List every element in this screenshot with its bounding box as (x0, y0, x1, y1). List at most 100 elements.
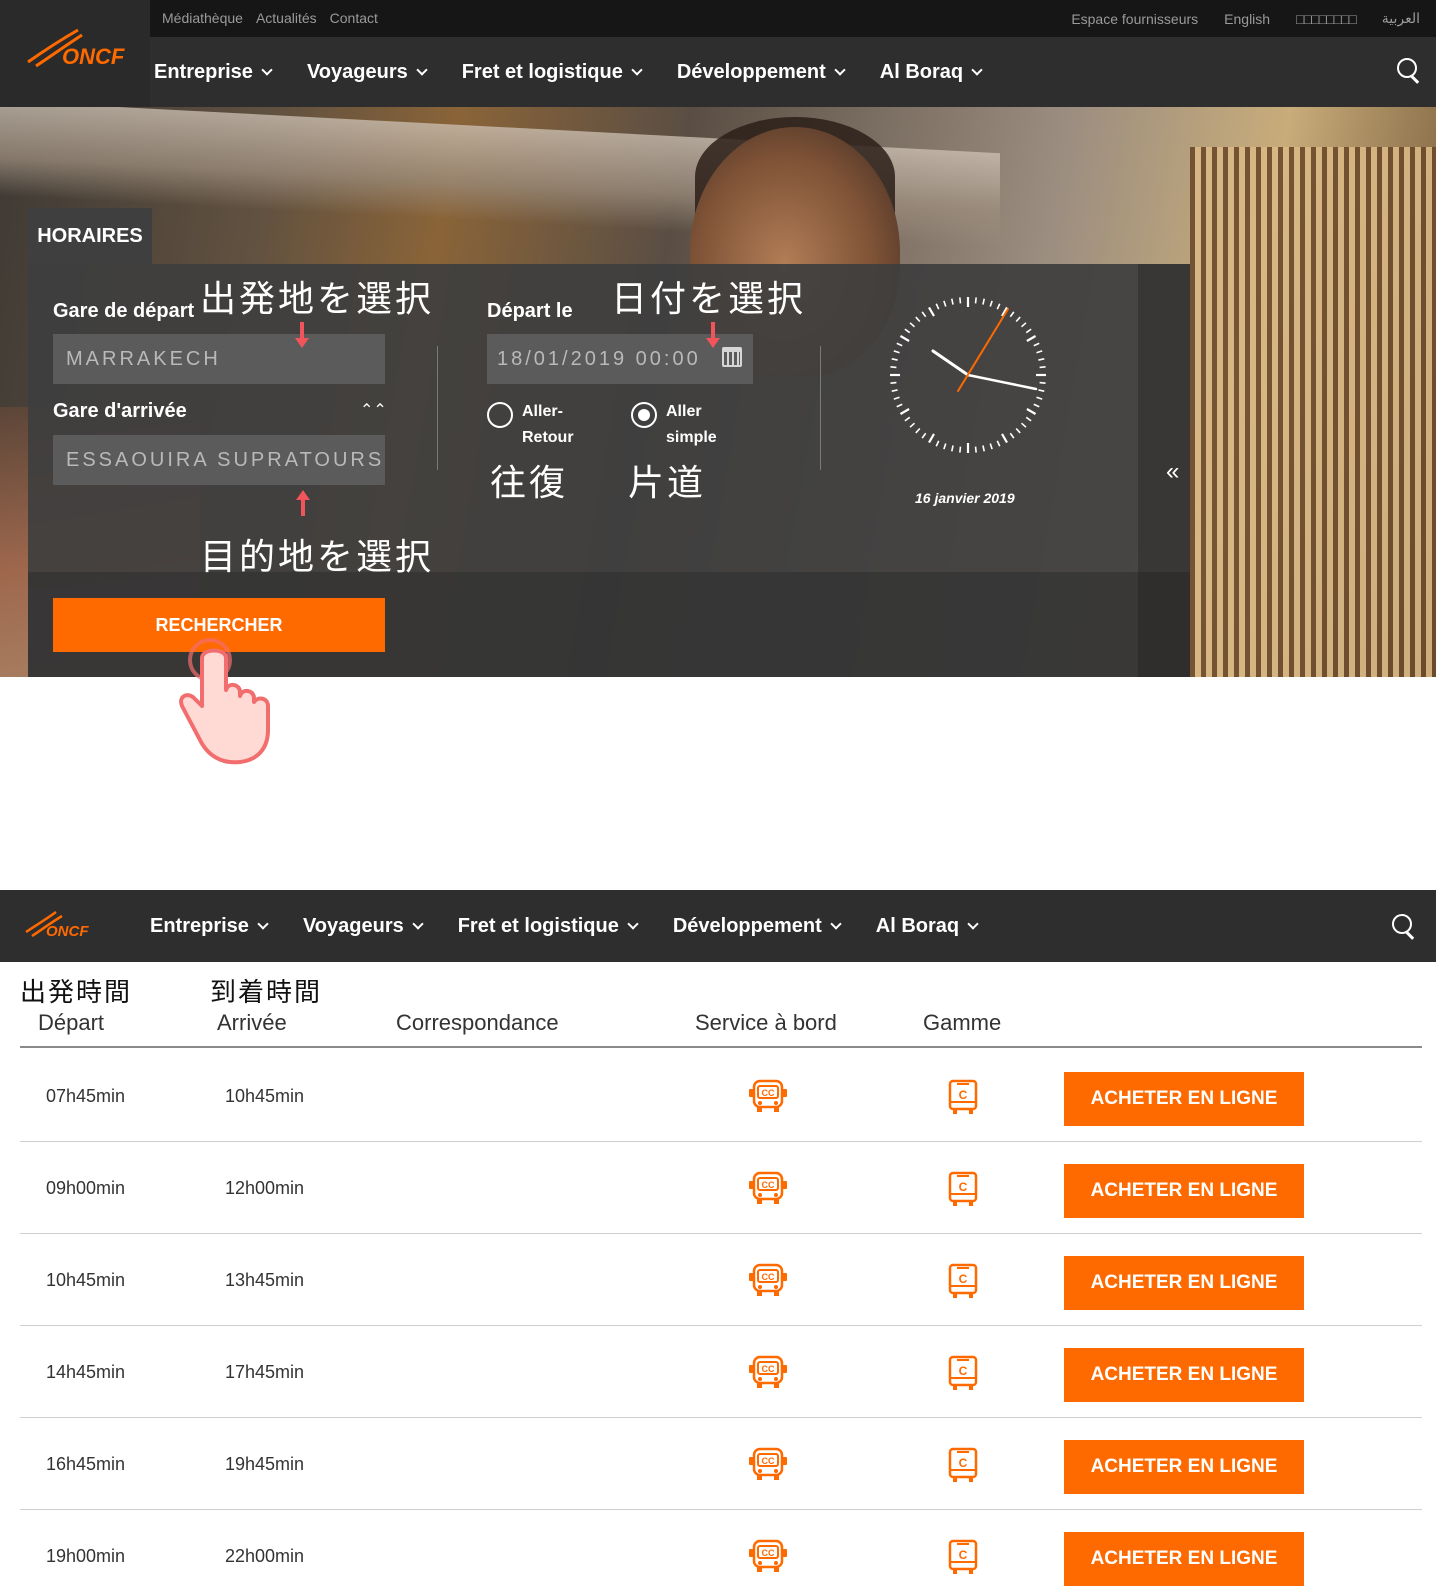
coach-c-icon: C (947, 1446, 979, 1489)
annotation-departure-time: 出発時間 (20, 978, 133, 1008)
main-nav: Entreprise Voyageurs Fret et logistique … (0, 37, 1436, 107)
departure-station-input[interactable]: MARRAKECH (53, 334, 385, 384)
chevron-down-icon (416, 63, 428, 76)
col-arrivee: Arrivée (217, 1010, 287, 1035)
oncf-logo-icon[interactable]: ONCF (22, 906, 102, 946)
lang-english[interactable]: English (1224, 11, 1270, 27)
arrival-time: 22h00min (225, 1546, 305, 1566)
date-label: Départ le (487, 300, 573, 322)
svg-text:C: C (959, 1088, 968, 1102)
departure-time: 07h45min (46, 1086, 126, 1106)
chevron-down-icon (631, 63, 643, 76)
bus-cc-icon: CC (748, 1354, 788, 1397)
coach-c-icon: C (947, 1170, 979, 1213)
search-panel: Gare de départ MARRAKECH Gare d'arrivée … (28, 264, 1190, 677)
search-icon[interactable] (1392, 914, 1416, 938)
coach-c-icon: C (947, 1538, 979, 1581)
col-correspondance: Correspondance (396, 1010, 559, 1035)
chevron-down-icon (257, 917, 269, 930)
arrival-label: Gare d'arrivée (53, 400, 187, 422)
clock-date: 16 janvier 2019 (915, 490, 1015, 506)
collapse-icon[interactable]: ⌃⌃ (360, 400, 387, 420)
nav-label: Développement (676, 60, 826, 83)
buy-online-button[interactable]: ACHETER EN LIGNE (1064, 1256, 1304, 1310)
link-contact[interactable]: Contact (330, 10, 378, 26)
nav-voyageurs[interactable]: Voyageurs (302, 914, 424, 938)
departure-time: 09h00min (46, 1178, 126, 1198)
round-trip-label: Aller- Retour (522, 403, 574, 446)
annotation-arrival-time: 到着時間 (210, 978, 323, 1008)
svg-text:CC: CC (762, 1364, 775, 1374)
departure-time: 16h45min (46, 1454, 126, 1474)
annotation-one-way: 片道 (628, 463, 707, 504)
svg-text:CC: CC (762, 1180, 775, 1190)
nav-developpement[interactable]: Développement (676, 60, 846, 84)
logo-text: ONCF (46, 923, 89, 940)
buy-online-button[interactable]: ACHETER EN LIGNE (1064, 1072, 1304, 1126)
calendar-icon[interactable] (722, 347, 742, 367)
col-depart: Départ (38, 1010, 105, 1035)
lang-arabic[interactable]: العربية (1382, 10, 1420, 27)
nav-fret[interactable]: Fret et logistique (461, 60, 643, 84)
svg-text:C: C (959, 1456, 968, 1470)
bus-cc-icon: CC (748, 1170, 788, 1213)
coach-c-icon: C (947, 1262, 979, 1305)
bus-cc-icon: CC (748, 1538, 788, 1581)
lang-cjk[interactable]: □□□□□□□□ (1296, 11, 1357, 27)
nav-developpement[interactable]: Développement (672, 914, 842, 938)
link-mediatheque[interactable]: Médiathèque (162, 10, 243, 26)
nav-label: Développement (672, 914, 822, 937)
table-row: 19h00min 22h00min CC C ACHETER EN LIGNE (20, 1510, 1422, 1594)
nav-entreprise[interactable]: Entreprise (154, 61, 273, 84)
annotation-round-trip: 往復 (490, 463, 569, 504)
logo-text: ONCF (62, 44, 125, 69)
link-actualites[interactable]: Actualités (256, 10, 317, 26)
svg-text:CC: CC (762, 1456, 775, 1466)
oncf-logo-icon: ONCF (27, 28, 125, 69)
bus-cc-icon: CC (748, 1446, 788, 1489)
nav-alboraq[interactable]: Al Boraq (875, 914, 979, 938)
nav-label: Entreprise (150, 914, 249, 937)
radio-one-way[interactable] (631, 402, 657, 428)
coach-c-icon: C (947, 1078, 979, 1121)
chevron-down-icon (412, 917, 424, 930)
nav-label: Al Boraq (875, 914, 960, 937)
buy-online-button[interactable]: ACHETER EN LIGNE (1064, 1440, 1304, 1494)
annotation-select-destination: 目的地を選択 (200, 537, 435, 578)
radio-round-trip[interactable] (487, 402, 513, 428)
buy-online-button[interactable]: ACHETER EN LIGNE (1064, 1164, 1304, 1218)
svg-text:CC: CC (762, 1548, 775, 1558)
arrival-time: 13h45min (225, 1270, 305, 1290)
bus-cc-icon: CC (748, 1262, 788, 1305)
tab-horaires[interactable]: HORAIRES (28, 208, 152, 264)
logo[interactable]: ONCF (0, 0, 150, 107)
utility-links: Médiathèque Actualités Contact (162, 10, 378, 26)
table-row: 16h45min 19h45min CC C ACHETER EN LIGNE (20, 1418, 1422, 1510)
nav-label: Fret et logistique (461, 60, 623, 83)
nav-voyageurs[interactable]: Voyageurs (307, 61, 428, 84)
nav-label: Voyageurs (302, 914, 404, 937)
arrival-time: 17h45min (225, 1362, 305, 1382)
arrow-down-icon (295, 322, 309, 348)
arrival-station-input[interactable]: ESSAOUIRA SUPRATOURS (53, 435, 385, 485)
chevron-down-icon (834, 63, 846, 76)
chevron-down-icon (830, 917, 842, 930)
nav-alboraq[interactable]: Al Boraq (880, 61, 983, 84)
one-way-label: Aller simple (666, 403, 717, 446)
svg-text:C: C (959, 1180, 968, 1194)
results-header: 出発時間 到着時間 Départ Arrivée Correspondance … (20, 968, 1422, 1048)
arrival-time: 10h45min (225, 1086, 305, 1106)
collapse-panel-icon[interactable]: « (1166, 458, 1179, 486)
buy-online-button[interactable]: ACHETER EN LIGNE (1064, 1348, 1304, 1402)
table-row: 10h45min 13h45min CC C ACHETER EN LIGNE (20, 1234, 1422, 1326)
utility-right: Espace fournisseurs English □□□□□□□□ الع… (1071, 10, 1420, 27)
chevron-down-icon (627, 917, 639, 930)
tap-hand-icon (179, 638, 270, 765)
search-icon[interactable] (1397, 58, 1421, 82)
link-suppliers[interactable]: Espace fournisseurs (1071, 11, 1198, 27)
buy-online-button[interactable]: ACHETER EN LIGNE (1064, 1532, 1304, 1586)
utility-bar: Médiathèque Actualités Contact Espace fo… (0, 0, 1436, 37)
nav-fret[interactable]: Fret et logistique (458, 915, 639, 938)
nav-entreprise[interactable]: Entreprise (150, 914, 269, 938)
departure-time: 14h45min (46, 1362, 126, 1382)
